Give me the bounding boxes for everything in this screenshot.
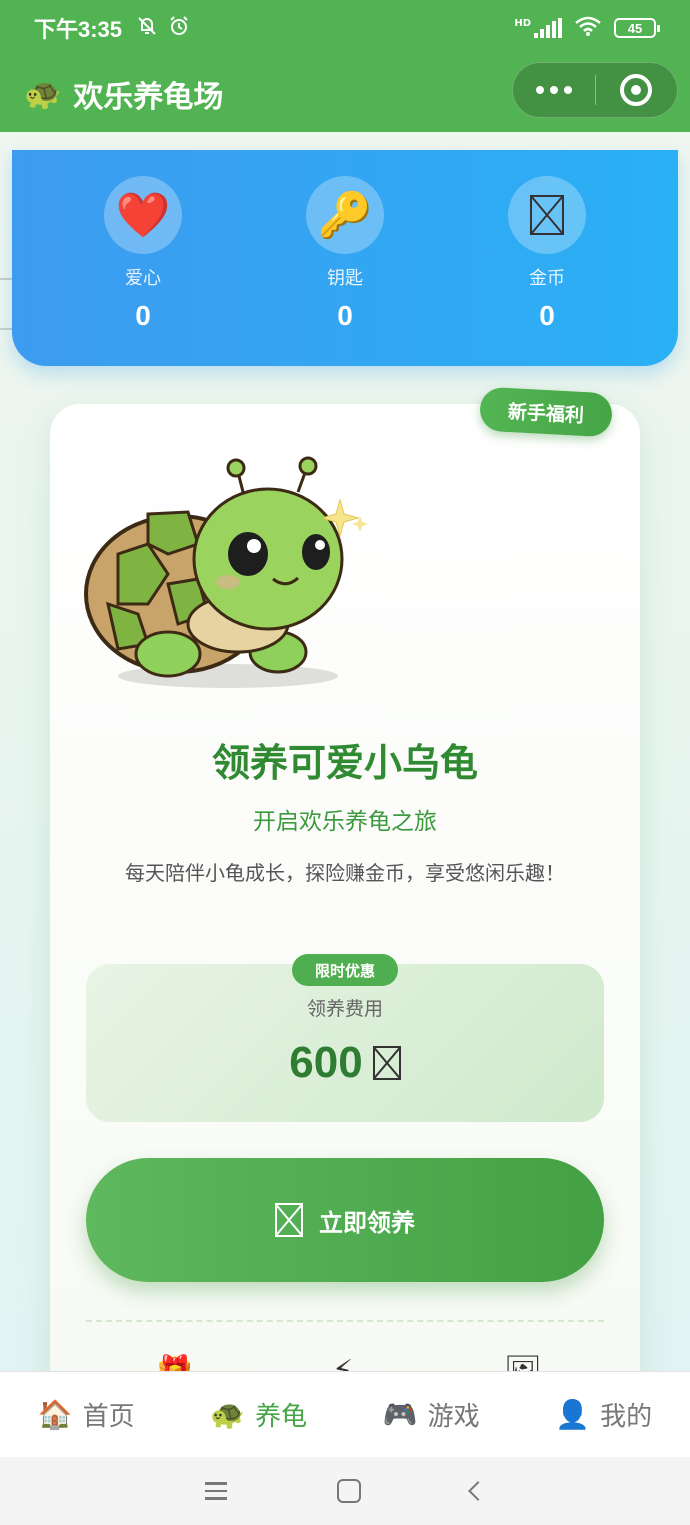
coin-icon xyxy=(275,1203,303,1237)
card-title: 领养可爱小乌龟 xyxy=(211,741,478,785)
nav-item-games[interactable]: 🎮 游戏 xyxy=(345,1372,518,1457)
stat-hearts: ❤️ 爱心 0 xyxy=(73,176,213,366)
nav-item-label: 养龟 xyxy=(255,1402,308,1432)
status-bar: 下午3:35 HD 45 xyxy=(0,0,690,56)
turtle-icon: 🐢 xyxy=(210,1398,246,1431)
newbie-badge: 新手福利 xyxy=(478,386,614,438)
app-header: 🐢 欢乐养龟场 xyxy=(0,56,690,132)
stats-panel: ❤️ 爱心 0 🔑 钥匙 0 金币 0 xyxy=(12,150,678,366)
divider xyxy=(86,1320,604,1322)
turtle-illustration xyxy=(84,456,344,688)
sparkle-icon xyxy=(324,498,368,538)
turtle-icon: 🐢 xyxy=(24,76,62,112)
adopt-card: 新手福利 领养可爱小乌龟 开启欢乐养龟之旅 每天陪伴小龟成长，探险赚金币，享受悠… xyxy=(50,386,640,1404)
house-icon: 🏠 xyxy=(37,1398,73,1431)
price-label: 领养费用 xyxy=(306,998,383,1020)
more-dots-icon[interactable] xyxy=(513,86,595,94)
card-description: 每天陪伴小龟成长，探险赚金币，享受悠闲乐趣！ xyxy=(125,861,565,885)
target-close-icon[interactable] xyxy=(596,74,678,106)
coin-icon xyxy=(508,176,586,254)
stat-label: 爱心 xyxy=(125,268,161,289)
nav-item-profile[interactable]: 👤 我的 xyxy=(518,1372,690,1457)
page-title: 欢乐养龟场 xyxy=(73,80,224,115)
stat-value: 0 xyxy=(539,300,555,331)
signal-icon: HD xyxy=(514,18,562,38)
battery-icon: 45 xyxy=(614,18,660,38)
price-box: 限时优惠 领养费用 600 xyxy=(86,954,604,1122)
stat-coins: 金币 0 xyxy=(477,176,617,366)
back-chevron-icon[interactable] xyxy=(468,1481,488,1501)
nav-item-home[interactable]: 🏠 首页 xyxy=(0,1372,173,1457)
stat-label: 金币 xyxy=(529,268,565,289)
bottom-nav: 🏠 首页 🐢 养龟 🎮 游戏 👤 我的 xyxy=(0,1371,690,1457)
limited-offer-badge: 限时优惠 xyxy=(292,954,398,986)
price-value: 600 xyxy=(289,1038,363,1087)
stat-keys: 🔑 钥匙 0 xyxy=(275,176,415,366)
nav-item-label: 游戏 xyxy=(427,1402,480,1432)
coin-icon xyxy=(372,1046,401,1080)
key-icon: 🔑 xyxy=(306,176,384,254)
stat-value: 0 xyxy=(135,300,151,331)
nav-item-turtle[interactable]: 🐢 养龟 xyxy=(173,1372,346,1457)
heart-icon: ❤️ xyxy=(104,176,182,254)
status-time: 下午3:35 xyxy=(34,17,123,42)
alarm-icon xyxy=(168,15,190,42)
nav-item-label: 首页 xyxy=(82,1402,135,1432)
wifi-icon xyxy=(574,15,602,41)
stat-value: 0 xyxy=(337,300,353,331)
stat-label: 钥匙 xyxy=(327,268,363,289)
gamepad-icon: 🎮 xyxy=(382,1398,418,1431)
adopt-button[interactable]: 立即领养 xyxy=(86,1158,604,1282)
adopt-button-label: 立即领养 xyxy=(319,1209,415,1237)
mini-program-capsule xyxy=(512,62,678,118)
mute-bell-icon xyxy=(136,15,158,42)
home-square-icon[interactable] xyxy=(337,1479,361,1503)
card-subtitle: 开启欢乐养龟之旅 xyxy=(253,809,437,835)
system-nav-bar xyxy=(0,1457,690,1525)
nav-item-label: 我的 xyxy=(600,1402,653,1432)
menu-icon[interactable] xyxy=(205,1482,227,1500)
user-icon: 👤 xyxy=(555,1398,591,1431)
